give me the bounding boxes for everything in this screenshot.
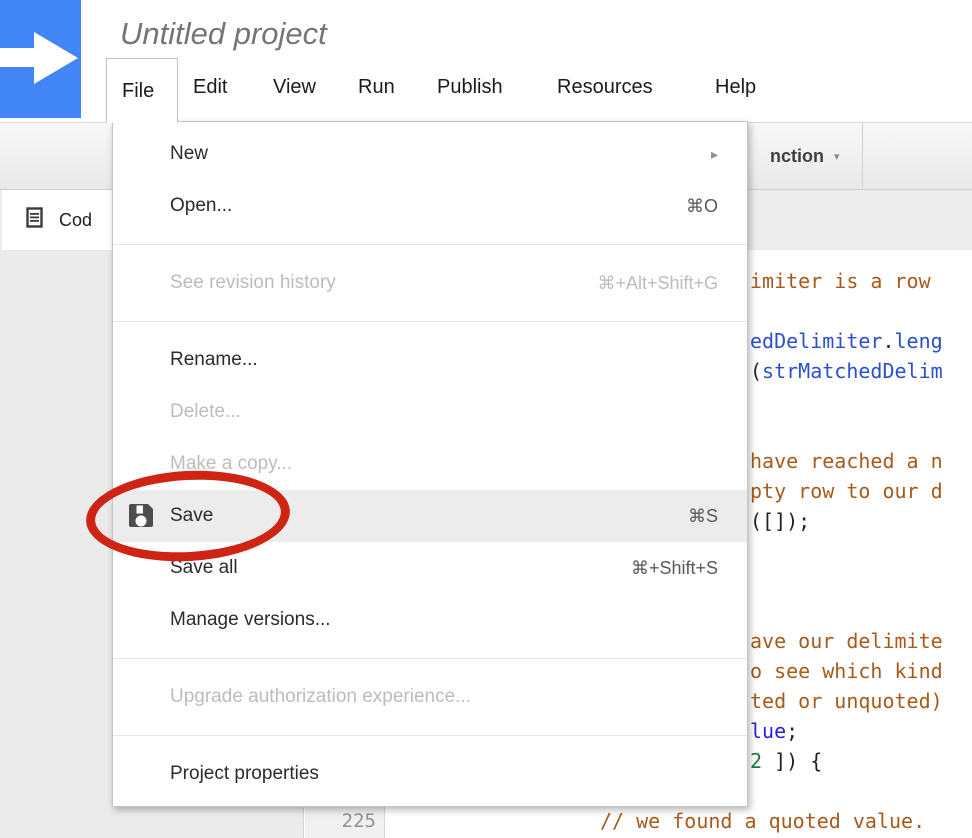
toolbar-divider bbox=[862, 123, 863, 189]
code-line: lue; bbox=[750, 716, 798, 746]
menu-item-upgrade-authorization: Upgrade authorization experience... bbox=[113, 671, 747, 723]
menu-separator bbox=[113, 735, 747, 736]
menu-resources[interactable]: Resources bbox=[557, 76, 653, 99]
menu-item-rename[interactable]: Rename... bbox=[113, 334, 747, 386]
code-line: 2 ]) { bbox=[750, 746, 822, 776]
apps-script-editor: Cod 225 226 imiter is a rowedDelimiter.l… bbox=[0, 0, 972, 838]
shortcut-label: ⌘O bbox=[686, 196, 718, 217]
code-line: (strMatchedDelim bbox=[750, 356, 943, 386]
menu-separator bbox=[113, 321, 747, 322]
menu-help[interactable]: Help bbox=[715, 76, 756, 99]
chevron-down-icon: ▾ bbox=[834, 150, 840, 163]
menu-item-manage-versions[interactable]: Manage versions... bbox=[113, 594, 747, 646]
line-number: 225 bbox=[316, 806, 376, 836]
menu-run[interactable]: Run bbox=[358, 76, 395, 99]
file-menu-dropdown: New ▸ Open... ⌘O See revision history ⌘+… bbox=[112, 121, 748, 807]
menu-publish[interactable]: Publish bbox=[437, 76, 503, 99]
code-line: ave our delimite bbox=[750, 626, 943, 656]
menu-separator bbox=[113, 244, 747, 245]
menu-item-project-properties[interactable]: Project properties bbox=[113, 748, 747, 800]
menu-item-delete: Delete... bbox=[113, 386, 747, 438]
code-line: // we found a quoted value. bbox=[600, 806, 925, 836]
shortcut-label: ⌘+Shift+S bbox=[631, 558, 718, 579]
submenu-arrow-icon: ▸ bbox=[711, 146, 718, 163]
document-icon bbox=[26, 207, 43, 233]
menu-item-see-revision-history: See revision history ⌘+Alt+Shift+G bbox=[113, 257, 747, 309]
code-line: imiter is a row bbox=[750, 266, 931, 296]
menu-view[interactable]: View bbox=[273, 76, 316, 99]
code-line: o see which kind bbox=[750, 656, 943, 686]
shortcut-label: ⌘+Alt+Shift+G bbox=[597, 273, 718, 294]
apps-script-logo bbox=[0, 0, 81, 118]
menu-separator bbox=[113, 658, 747, 659]
code-line: ([]); bbox=[750, 506, 810, 536]
select-function-dropdown[interactable]: nction ▾ bbox=[770, 123, 840, 189]
shortcut-label: ⌘S bbox=[688, 506, 718, 527]
code-line: have reached a n bbox=[750, 446, 943, 476]
code-line: ted or unquoted) bbox=[750, 686, 943, 716]
project-title[interactable]: Untitled project bbox=[120, 16, 327, 52]
menu-item-open[interactable]: Open... ⌘O bbox=[113, 180, 747, 232]
menu-file[interactable]: File bbox=[106, 58, 178, 123]
code-line: edDelimiter.leng bbox=[750, 326, 943, 356]
code-line: pty row to our d bbox=[750, 476, 943, 506]
menu-edit[interactable]: Edit bbox=[193, 76, 227, 99]
file-tab-label: Cod bbox=[59, 210, 92, 231]
arrow-icon bbox=[0, 48, 36, 67]
menu-item-new[interactable]: New ▸ bbox=[113, 128, 747, 180]
select-function-label: nction bbox=[770, 146, 824, 167]
